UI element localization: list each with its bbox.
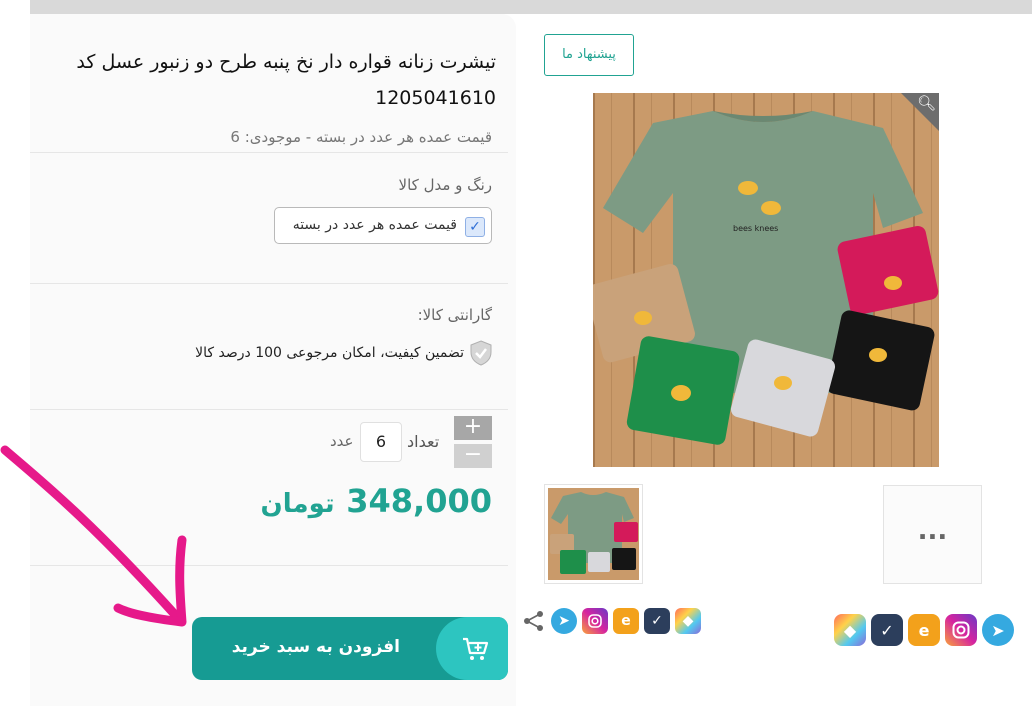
share-row: ➤ e ✓ ◆ bbox=[522, 608, 701, 634]
bale-icon[interactable]: ✓ bbox=[871, 614, 903, 646]
product-main-image[interactable]: bees knees 🔍︎ bbox=[593, 93, 939, 467]
share-icon[interactable] bbox=[522, 608, 546, 634]
more-images-button[interactable]: ... bbox=[883, 485, 982, 584]
quantity-input[interactable]: 6 bbox=[360, 422, 402, 462]
product-title: تیشرت زنانه قواره دار نخ پنبه طرح دو زنب… bbox=[60, 44, 496, 116]
guarantee-text: تضمین کیفیت، امکان مرجوعی 100 درصد کالا bbox=[195, 345, 464, 361]
quantity-label: تعداد bbox=[407, 432, 440, 451]
eitaa-icon[interactable]: e bbox=[613, 608, 639, 634]
cart-plus-icon bbox=[436, 617, 508, 680]
rubika-icon[interactable]: ◆ bbox=[834, 614, 866, 646]
instagram-icon[interactable] bbox=[945, 614, 977, 646]
divider bbox=[30, 409, 508, 410]
app-links-row: ◆ ✓ e ➤ bbox=[834, 614, 1014, 646]
price-amount: 348,000 bbox=[346, 482, 492, 520]
divider bbox=[30, 152, 508, 153]
rubika-icon[interactable]: ◆ bbox=[675, 608, 701, 634]
top-strip bbox=[30, 0, 1032, 14]
thumbnail-photo bbox=[548, 488, 639, 580]
shirt-print-text: bees knees bbox=[733, 224, 778, 233]
attributes-title: رنگ و مدل کالا bbox=[398, 176, 492, 194]
attribute-option[interactable]: ✓ قیمت عمده هر عدد در بسته bbox=[274, 207, 492, 244]
quantity-minus-button[interactable]: − bbox=[454, 444, 492, 468]
divider bbox=[30, 283, 508, 284]
stock-text: قیمت عمده هر عدد در بسته - موجودی: 6 bbox=[230, 128, 492, 146]
telegram-icon[interactable]: ➤ bbox=[551, 608, 577, 634]
guarantee-row: تضمین کیفیت، امکان مرجوعی 100 درصد کالا bbox=[195, 340, 492, 366]
quantity-stepper: + − bbox=[454, 416, 492, 468]
add-to-cart-button[interactable]: افزودن به سبد خرید bbox=[192, 617, 508, 680]
eitaa-icon[interactable]: e bbox=[908, 614, 940, 646]
quantity-unit: عدد bbox=[330, 432, 354, 450]
attribute-option-label: قیمت عمده هر عدد در بسته bbox=[292, 217, 457, 233]
guarantee-title: گارانتی کالا: bbox=[417, 306, 492, 324]
shield-check-icon bbox=[470, 340, 492, 366]
quantity-plus-button[interactable]: + bbox=[454, 416, 492, 440]
product-title-code: 1205041610 bbox=[375, 87, 496, 109]
checkbox-checked-icon[interactable]: ✓ bbox=[465, 217, 485, 237]
annotation-arrow-icon bbox=[0, 445, 187, 627]
bale-icon[interactable]: ✓ bbox=[644, 608, 670, 634]
product-title-line1: تیشرت زنانه قواره دار نخ پنبه طرح دو زنب… bbox=[76, 51, 496, 73]
thumbnail-image[interactable] bbox=[544, 484, 643, 584]
price: 348,000 تومان bbox=[261, 482, 492, 520]
instagram-icon[interactable] bbox=[582, 608, 608, 634]
product-photo: bees knees bbox=[593, 93, 939, 467]
suggest-badge[interactable]: پیشنهاد ما bbox=[544, 34, 634, 76]
price-currency: تومان bbox=[260, 489, 335, 519]
add-to-cart-label: افزودن به سبد خرید bbox=[231, 637, 400, 657]
telegram-icon[interactable]: ➤ bbox=[982, 614, 1014, 646]
